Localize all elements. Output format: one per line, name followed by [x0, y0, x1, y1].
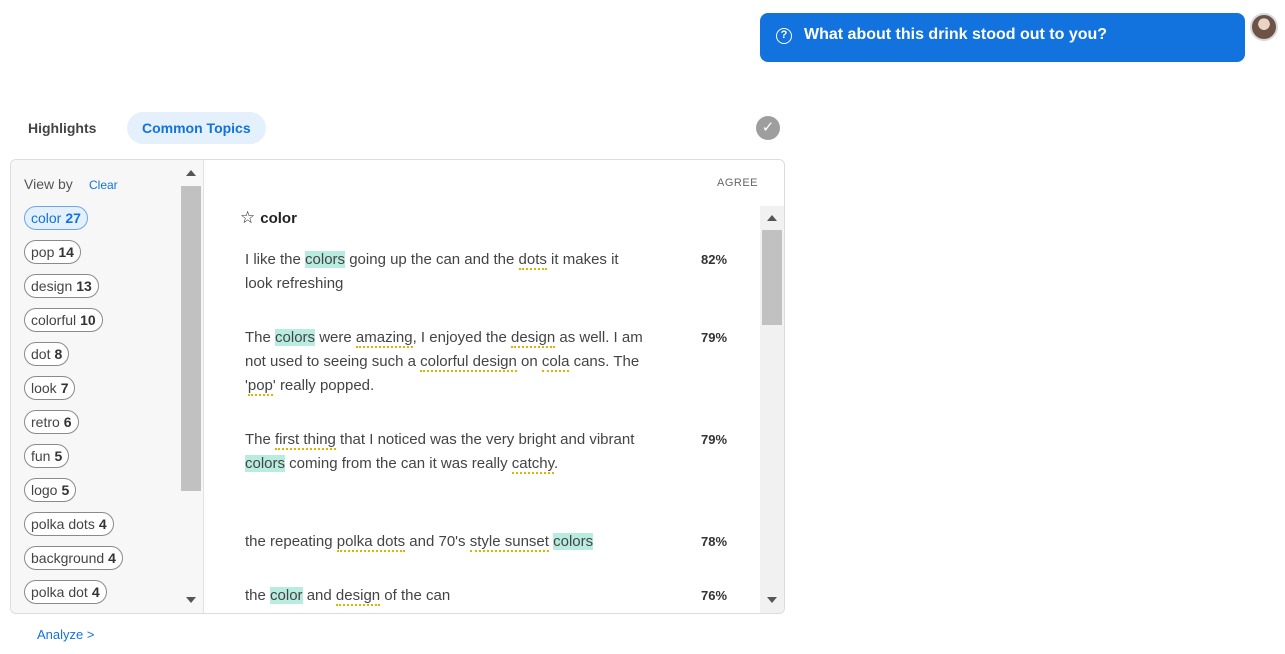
topic-chip-count: 7	[60, 380, 69, 396]
topic-chip-label: design	[31, 278, 73, 294]
topic-chip-count: 4	[91, 584, 100, 600]
topic-chip[interactable]: fun 5	[24, 444, 70, 468]
agree-column-header: AGREE	[717, 177, 759, 189]
topic-chip-count: 14	[58, 244, 74, 260]
response-text: I like the colors going up the can and t…	[245, 251, 619, 292]
topic-chip-label: color	[31, 210, 62, 226]
topic-chip-label: fun	[31, 448, 51, 464]
topic-chip-label: retro	[31, 414, 60, 430]
topic-chip[interactable]: background 4	[24, 546, 123, 570]
topic-chip-label: colorful	[31, 312, 77, 328]
scroll-up-arrow-icon[interactable]	[186, 170, 196, 176]
topics-sidebar: View by Clear color 27 pop 14 design 13 colorf…	[11, 160, 204, 613]
scroll-down-arrow-icon[interactable]	[767, 597, 777, 603]
avatar[interactable]	[1250, 13, 1278, 41]
topic-chip[interactable]: design 13	[24, 274, 99, 298]
topic-chip[interactable]: logo 5	[24, 478, 77, 502]
topic-chip-label: polka dots	[31, 516, 95, 532]
keyword: style sunset	[469, 533, 549, 552]
topics-panel: View by Clear color 27 pop 14 design 13 colorf…	[10, 159, 785, 614]
topic-chip-label: pop	[31, 244, 55, 260]
topic-chip-label: background	[31, 550, 105, 566]
keyword: dots	[518, 251, 547, 270]
topic-chip-count: 5	[54, 448, 63, 464]
star-icon[interactable]: ☆	[240, 208, 255, 228]
response-text: The colors were amazing, I enjoyed the d…	[245, 329, 643, 396]
check-icon[interactable]: ✓	[756, 116, 780, 140]
keyword: design	[335, 587, 381, 606]
question-text: What about this drink stood out to you?	[804, 26, 1108, 43]
topic-chip-count: 27	[65, 210, 81, 226]
topic-chip-label: look	[31, 380, 57, 396]
topic-chip-count: 5	[61, 482, 70, 498]
topic-chip[interactable]: dot 8	[24, 342, 70, 366]
topic-chip-count: 6	[63, 414, 72, 430]
topic-chip-count: 8	[54, 346, 63, 362]
question-bubble: ? What about this drink stood out to you…	[760, 13, 1245, 62]
keyword: cola	[541, 353, 570, 372]
topic-chip-label: dot	[31, 346, 51, 362]
keyword: catchy	[511, 455, 555, 474]
topic-chip[interactable]: pop 14	[24, 240, 81, 264]
topic-chip[interactable]: colorful 10	[24, 308, 103, 332]
topic-highlight: colors	[553, 533, 594, 550]
response-text: the repeating polka dots and 70's style …	[245, 533, 594, 552]
topic-chip-label: logo	[31, 482, 58, 498]
agree-percentage: 79%	[701, 330, 728, 345]
topic-highlight: color	[270, 587, 303, 604]
agree-percentage: 76%	[701, 588, 728, 603]
agree-percentage: 79%	[701, 432, 728, 447]
keyword: polka dots	[336, 533, 406, 552]
topic-chip[interactable]: retro 6	[24, 410, 79, 434]
clear-link[interactable]: Clear	[89, 178, 118, 192]
topic-chip-count: 4	[108, 550, 116, 566]
agree-percentage: 82%	[701, 252, 728, 267]
topic-title: ☆ color	[240, 208, 297, 228]
question-circle-icon: ?	[776, 28, 792, 44]
response-text: The first thing that I noticed was the v…	[245, 431, 635, 474]
topic-chip[interactable]: look 7	[24, 376, 76, 400]
tab-common-topics[interactable]: Common Topics	[127, 112, 266, 144]
topic-chip-count: 10	[80, 312, 96, 328]
topic-highlight: colors	[275, 329, 316, 346]
sidebar-scroll-thumb[interactable]	[181, 186, 201, 491]
analyze-link[interactable]: Analyze >	[37, 627, 94, 642]
tab-highlights[interactable]: Highlights	[28, 112, 96, 144]
keyword: pop	[247, 377, 273, 396]
topic-highlight: colors	[245, 455, 286, 472]
view-by-label: View by	[24, 176, 73, 192]
responses-scroll-thumb[interactable]	[762, 230, 782, 325]
topic-chip-count: 4	[98, 516, 107, 532]
topic-chip[interactable]: polka dots 4	[24, 512, 114, 536]
response-text: the color and design of the can	[245, 587, 451, 606]
agree-percentage: 78%	[701, 534, 728, 549]
topic-title-text: color	[260, 209, 297, 227]
keyword: amazing	[355, 329, 413, 348]
scroll-down-arrow-icon[interactable]	[186, 597, 196, 603]
topic-chip[interactable]: color 27	[24, 206, 88, 230]
topic-highlight: colors	[305, 251, 346, 268]
topic-chip-count: 13	[76, 278, 92, 294]
keyword: colorful design	[420, 353, 517, 372]
scroll-up-arrow-icon[interactable]	[767, 215, 777, 221]
topic-chip-label: polka dot	[31, 584, 88, 600]
keyword: design	[511, 329, 556, 348]
topic-chip[interactable]: polka dot 4	[24, 580, 107, 604]
keyword: first thing	[275, 431, 336, 450]
